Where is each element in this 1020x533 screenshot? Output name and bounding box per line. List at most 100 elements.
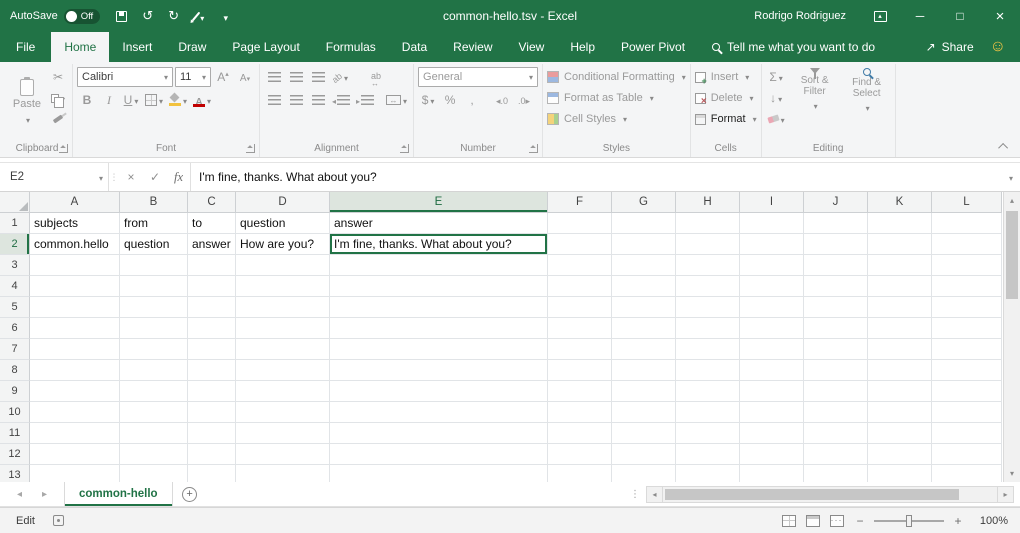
cell-L12[interactable] bbox=[932, 444, 1002, 465]
row-header-10[interactable]: 10 bbox=[0, 402, 30, 423]
row-header-5[interactable]: 5 bbox=[0, 297, 30, 318]
insert-cells-button[interactable]: Insert bbox=[695, 68, 757, 86]
cell-C6[interactable] bbox=[188, 318, 236, 339]
autosum-button[interactable]: Σ bbox=[766, 67, 787, 87]
cell-G12[interactable] bbox=[612, 444, 676, 465]
tab-insert[interactable]: Insert bbox=[109, 32, 165, 62]
cell-G3[interactable] bbox=[612, 255, 676, 276]
clipboard-dialog-launcher[interactable] bbox=[59, 144, 68, 153]
row-header-2[interactable]: 2 bbox=[0, 234, 30, 255]
zoom-percentage[interactable]: 100% bbox=[974, 515, 1008, 527]
cell-G7[interactable] bbox=[612, 339, 676, 360]
number-format-select[interactable]: General bbox=[418, 67, 538, 87]
sheet-tab-active[interactable]: common-hello bbox=[64, 482, 173, 506]
vertical-scroll-track[interactable] bbox=[1004, 209, 1020, 465]
cell-J7[interactable] bbox=[804, 339, 868, 360]
redo-button[interactable]: ↻ bbox=[162, 4, 186, 28]
font-size-select[interactable]: 11 bbox=[175, 67, 211, 87]
new-sheet-button[interactable]: + bbox=[173, 482, 207, 506]
delete-cells-button[interactable]: Delete bbox=[695, 89, 757, 107]
format-painter-button[interactable] bbox=[48, 109, 68, 129]
cell-A2[interactable]: common.hello bbox=[30, 234, 120, 255]
cell-B10[interactable] bbox=[120, 402, 188, 423]
cell-H4[interactable] bbox=[676, 276, 740, 297]
cell-D12[interactable] bbox=[236, 444, 330, 465]
cell-B1[interactable]: from bbox=[120, 213, 188, 234]
find-select-button[interactable]: Find & Select bbox=[843, 65, 891, 140]
zoom-out-button[interactable]: − bbox=[854, 514, 866, 528]
cell-D10[interactable] bbox=[236, 402, 330, 423]
borders-button[interactable] bbox=[143, 90, 165, 110]
cell-C3[interactable] bbox=[188, 255, 236, 276]
close-button[interactable]: × bbox=[980, 0, 1020, 32]
cell-D3[interactable] bbox=[236, 255, 330, 276]
row-header-3[interactable]: 3 bbox=[0, 255, 30, 276]
cell-H1[interactable] bbox=[676, 213, 740, 234]
tab-home[interactable]: Home bbox=[51, 32, 109, 62]
format-cells-button[interactable]: Format bbox=[695, 110, 757, 128]
cell-B13[interactable] bbox=[120, 465, 188, 482]
cell-I8[interactable] bbox=[740, 360, 804, 381]
cut-button[interactable]: ✂ bbox=[48, 67, 68, 87]
cell-I4[interactable] bbox=[740, 276, 804, 297]
draw-touch-button[interactable] bbox=[188, 4, 212, 28]
autosave-toggle[interactable]: AutoSave Off bbox=[10, 9, 100, 24]
align-center-button[interactable] bbox=[286, 90, 306, 110]
column-header-D[interactable]: D bbox=[236, 192, 330, 213]
cell-D8[interactable] bbox=[236, 360, 330, 381]
cell-G10[interactable] bbox=[612, 402, 676, 423]
cell-L2[interactable] bbox=[932, 234, 1002, 255]
cell-J4[interactable] bbox=[804, 276, 868, 297]
cell-K9[interactable] bbox=[868, 381, 932, 402]
minimize-button[interactable]: ─ bbox=[900, 0, 940, 32]
scroll-up-icon[interactable]: ▴ bbox=[1004, 192, 1020, 209]
cell-F13[interactable] bbox=[548, 465, 612, 482]
formula-input[interactable]: I'm fine, thanks. What about you? bbox=[191, 163, 1000, 191]
cell-J11[interactable] bbox=[804, 423, 868, 444]
cell-I7[interactable] bbox=[740, 339, 804, 360]
cell-K2[interactable] bbox=[868, 234, 932, 255]
cell-C13[interactable] bbox=[188, 465, 236, 482]
cell-E11[interactable] bbox=[330, 423, 548, 444]
insert-function-button[interactable]: fx bbox=[167, 163, 191, 191]
cell-A10[interactable] bbox=[30, 402, 120, 423]
cell-K12[interactable] bbox=[868, 444, 932, 465]
conditional-formatting-button[interactable]: Conditional Formatting bbox=[547, 68, 686, 86]
tab-scroll-divider[interactable]: ⋮ bbox=[624, 482, 646, 506]
tab-help[interactable]: Help bbox=[557, 32, 608, 62]
horizontal-scroll-track[interactable] bbox=[663, 486, 997, 503]
cell-F12[interactable] bbox=[548, 444, 612, 465]
column-header-H[interactable]: H bbox=[676, 192, 740, 213]
row-header-8[interactable]: 8 bbox=[0, 360, 30, 381]
cell-I1[interactable] bbox=[740, 213, 804, 234]
number-dialog-launcher[interactable] bbox=[529, 144, 538, 153]
cell-L8[interactable] bbox=[932, 360, 1002, 381]
copy-button[interactable] bbox=[48, 88, 68, 108]
cell-L1[interactable] bbox=[932, 213, 1002, 234]
cell-J13[interactable] bbox=[804, 465, 868, 482]
column-header-J[interactable]: J bbox=[804, 192, 868, 213]
name-box-dropdown[interactable] bbox=[92, 163, 109, 191]
align-left-button[interactable] bbox=[264, 90, 284, 110]
cell-E8[interactable] bbox=[330, 360, 548, 381]
fill-color-button[interactable] bbox=[167, 90, 189, 110]
cell-I6[interactable] bbox=[740, 318, 804, 339]
row-header-4[interactable]: 4 bbox=[0, 276, 30, 297]
cell-K8[interactable] bbox=[868, 360, 932, 381]
cell-B4[interactable] bbox=[120, 276, 188, 297]
cell-F2[interactable] bbox=[548, 234, 612, 255]
row-header-12[interactable]: 12 bbox=[0, 444, 30, 465]
cell-A4[interactable] bbox=[30, 276, 120, 297]
cell-L11[interactable] bbox=[932, 423, 1002, 444]
cell-A7[interactable] bbox=[30, 339, 120, 360]
cell-B3[interactable] bbox=[120, 255, 188, 276]
font-color-button[interactable] bbox=[191, 90, 213, 110]
align-right-button[interactable] bbox=[308, 90, 328, 110]
cell-G6[interactable] bbox=[612, 318, 676, 339]
align-middle-button[interactable] bbox=[286, 67, 306, 87]
sheet-nav-left-icon[interactable]: ◂ bbox=[17, 489, 22, 500]
cell-J10[interactable] bbox=[804, 402, 868, 423]
cell-G1[interactable] bbox=[612, 213, 676, 234]
tab-page-layout[interactable]: Page Layout bbox=[219, 32, 312, 62]
cell-C9[interactable] bbox=[188, 381, 236, 402]
